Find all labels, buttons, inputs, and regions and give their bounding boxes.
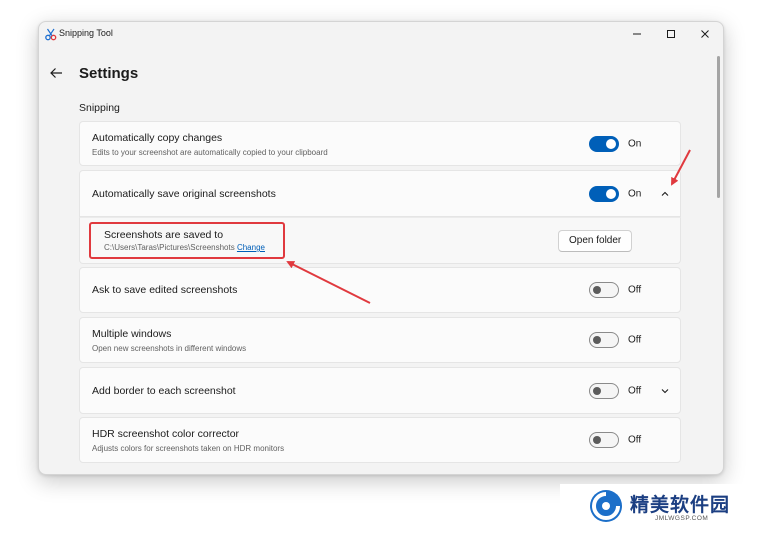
annotation-arrow-chevron [671, 149, 691, 186]
watermark-url: JMLWGSP.COM [655, 515, 709, 522]
annotation-arrow-path [286, 261, 371, 304]
watermark-logo [590, 490, 622, 522]
watermark: 精美软件园 JMLWGSP.COM [560, 484, 756, 529]
watermark-brand: 精美软件园 [630, 494, 731, 516]
annotation-arrows [286, 149, 691, 304]
